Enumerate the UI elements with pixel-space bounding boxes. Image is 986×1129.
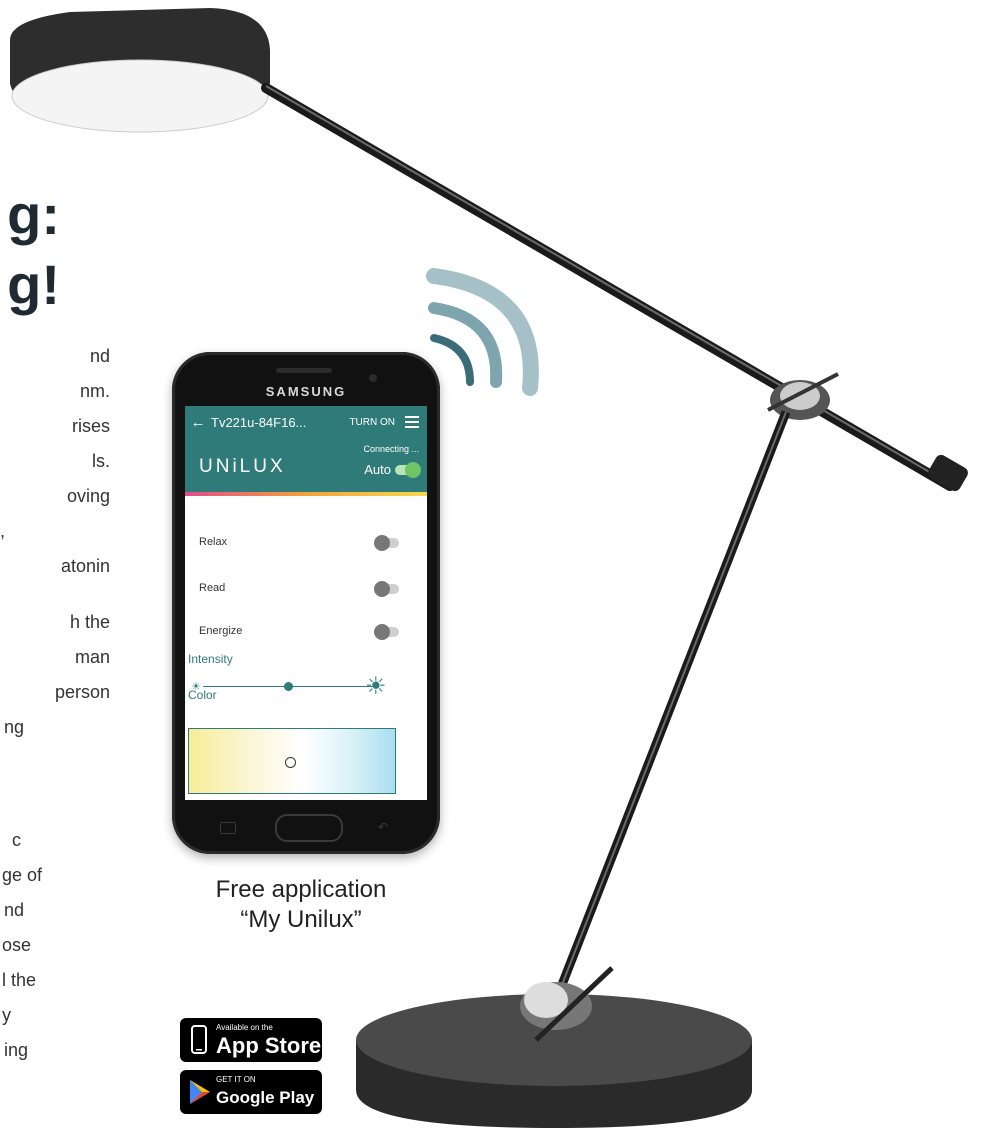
google-play-big-text: Google Play <box>216 1088 315 1107</box>
body-text-fragment: , <box>0 521 6 541</box>
desk-lamp-illustration <box>10 8 968 1128</box>
auto-toggle[interactable] <box>395 462 421 478</box>
body-text-fragment: oving <box>66 486 110 506</box>
energize-toggle[interactable] <box>374 624 399 640</box>
mode-label-read: Read <box>199 582 226 594</box>
wireless-signal-icon <box>426 268 539 396</box>
body-text-fragment: nd <box>89 346 110 366</box>
back-arrow-icon[interactable]: ← <box>185 414 211 431</box>
google-play-small-text: GET IT ON <box>216 1075 256 1084</box>
body-text-fragment: ing <box>4 1040 29 1060</box>
mode-label-relax: Relax <box>199 536 228 548</box>
relax-toggle[interactable] <box>374 535 399 551</box>
app-header: UNiLUX Connecting ... Auto <box>185 438 427 492</box>
body-text-fragment: c <box>12 830 21 850</box>
color-picker[interactable] <box>188 728 396 794</box>
lamp-head <box>10 8 270 133</box>
body-text-fragment: ose <box>2 935 32 955</box>
body-text-fragment: l the <box>2 970 37 990</box>
read-toggle[interactable] <box>374 581 399 597</box>
recent-apps-icon[interactable] <box>220 822 236 834</box>
turn-on-button[interactable]: TURN ON <box>349 417 395 428</box>
body-text-fragment: man <box>74 647 110 667</box>
smartphone: SAMSUNG ← Tv221u-84F16... TURN ON UNiLUX… <box>172 352 440 854</box>
color-label: Color <box>188 688 217 702</box>
intensity-label: Intensity <box>188 652 233 666</box>
sun-large-icon: ☀ <box>365 673 387 700</box>
phone-speaker <box>276 368 332 373</box>
color-picker-handle[interactable] <box>285 757 296 768</box>
body-text-fragment: atonin <box>60 556 110 576</box>
phone-brand: SAMSUNG <box>265 384 347 399</box>
accent-gradient-bar <box>185 492 427 496</box>
headline-line-2: g! <box>7 253 60 316</box>
camera-icon <box>369 374 377 382</box>
app-store-badge[interactable]: Available on the App Store <box>180 1018 322 1062</box>
body-text-fragment: y <box>2 1005 11 1025</box>
app-store-big-text: App Store <box>216 1033 322 1058</box>
mode-label-energize: Energize <box>199 625 243 637</box>
body-text-fragment: h the <box>69 612 110 632</box>
app-bar: ← Tv221u-84F16... TURN ON <box>185 406 427 438</box>
body-text-fragment: ls. <box>92 451 110 471</box>
unilux-logo: UNiLUX <box>199 456 286 477</box>
body-text-fragment: nm. <box>79 381 110 401</box>
google-play-icon <box>190 1080 210 1104</box>
device-name: Tv221u-84F16... <box>211 414 307 430</box>
headline: g: g! <box>0 180 60 320</box>
auto-label: Auto <box>364 462 391 477</box>
caption-line-2: “My Unilux” <box>240 906 362 933</box>
back-nav-icon[interactable]: ↶ <box>378 820 394 834</box>
body-text-fragment: ng <box>4 717 25 737</box>
body-text-fragment: rises <box>71 416 110 436</box>
lamp-base <box>356 966 752 1128</box>
app-screen: ← Tv221u-84F16... TURN ON UNiLUX Connect… <box>185 406 427 800</box>
connection-status: Connecting ... <box>363 444 419 454</box>
google-play-badge[interactable]: GET IT ON Google Play <box>180 1070 322 1114</box>
body-text-fragment: person <box>54 682 110 702</box>
body-text-fragment: ge of <box>2 865 43 885</box>
apple-phone-icon <box>191 1025 207 1054</box>
hamburger-menu-icon[interactable] <box>405 413 419 431</box>
body-text-fragment: nd <box>4 900 25 920</box>
home-button[interactable] <box>275 814 343 842</box>
intensity-slider[interactable]: ☀ ☀ <box>185 673 427 700</box>
caption-line-1: Free application <box>215 876 387 903</box>
app-store-small-text: Available on the <box>216 1023 273 1032</box>
headline-line-1: g: <box>7 183 60 246</box>
intensity-slider-handle[interactable] <box>284 682 293 691</box>
